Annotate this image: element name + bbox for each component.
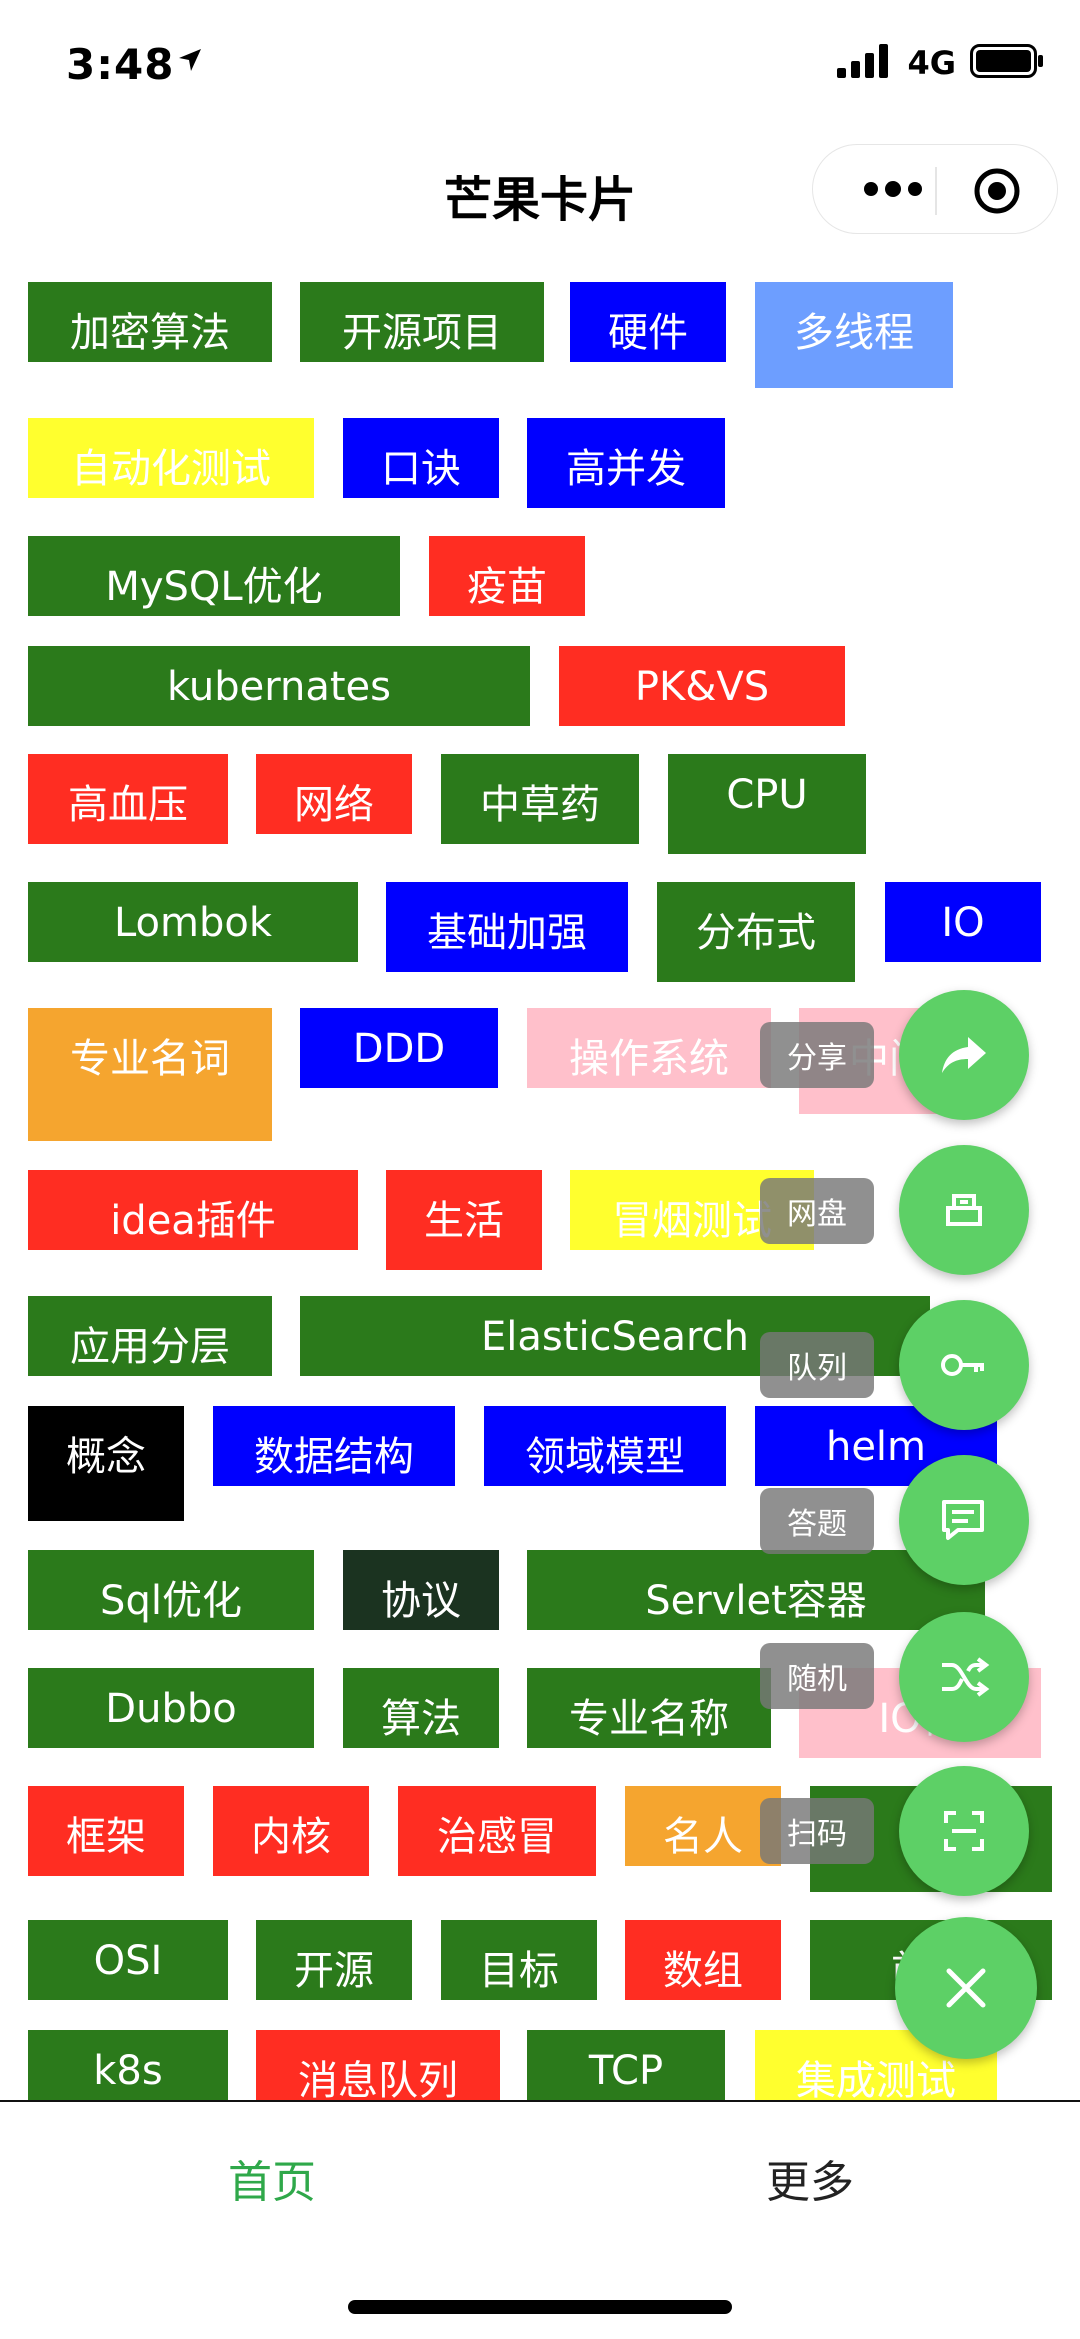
queue-button[interactable]: [899, 1300, 1029, 1430]
card-tag[interactable]: CPU: [668, 754, 866, 854]
card-tag[interactable]: 硬件: [570, 282, 726, 362]
card-tag[interactable]: 操作系统: [527, 1008, 771, 1088]
card-tag[interactable]: 目标: [441, 1920, 597, 2000]
card-tag[interactable]: 分布式: [657, 882, 855, 982]
card-tag[interactable]: MySQL优化: [28, 536, 400, 616]
card-tag[interactable]: 自动化测试: [28, 418, 314, 498]
fab-label-queue: 队列: [760, 1332, 874, 1398]
card-tag[interactable]: 内核: [213, 1786, 369, 1876]
card-tag[interactable]: 高并发: [527, 418, 725, 508]
card-tag[interactable]: PK&VS: [559, 646, 845, 726]
card-tag[interactable]: 数组: [625, 1920, 781, 2000]
card-tag[interactable]: 协议: [343, 1550, 499, 1630]
card-tag[interactable]: kubernates: [28, 646, 530, 726]
close-icon: [946, 1968, 986, 2008]
card-tag[interactable]: 应用分层: [28, 1296, 272, 1376]
card-tag[interactable]: Dubbo: [28, 1668, 314, 1748]
card-tag[interactable]: idea插件: [28, 1170, 358, 1250]
card-tag[interactable]: 开源项目: [300, 282, 544, 362]
card-tag[interactable]: 治感冒: [398, 1786, 596, 1876]
card-tag[interactable]: 疫苗: [429, 536, 585, 616]
card-tag[interactable]: 高血压: [28, 754, 228, 844]
quiz-button[interactable]: [899, 1455, 1029, 1585]
fab-label-share: 分享: [760, 1022, 874, 1088]
card-tag[interactable]: IO: [885, 882, 1041, 962]
card-tag[interactable]: 生活: [386, 1170, 542, 1270]
key-icon: [941, 1354, 984, 1376]
fab-label-quiz: 答题: [760, 1488, 874, 1554]
share-icon: [942, 1037, 986, 1073]
card-tag[interactable]: 概念: [28, 1406, 184, 1521]
card-tag[interactable]: 名人: [625, 1786, 781, 1866]
scan-button[interactable]: [899, 1766, 1029, 1896]
tab-more[interactable]: 更多: [766, 2146, 854, 2210]
card-tag[interactable]: 口诀: [343, 418, 499, 498]
random-button[interactable]: [899, 1612, 1029, 1742]
card-tag[interactable]: Sql优化: [28, 1550, 314, 1630]
card-tag[interactable]: 基础加强: [386, 882, 628, 972]
card-tag[interactable]: TCP: [527, 2030, 725, 2100]
card-tag[interactable]: 专业名词: [28, 1008, 272, 1141]
card-tag[interactable]: 中草药: [441, 754, 639, 844]
chat-icon: [942, 1500, 984, 1540]
fab-label-drive: 网盘: [760, 1178, 874, 1244]
card-tag[interactable]: OSI: [28, 1920, 228, 2000]
card-tag[interactable]: 数据结构: [213, 1406, 455, 1486]
fab-label-random: 随机: [760, 1643, 874, 1709]
card-tag[interactable]: 消息队列: [256, 2030, 500, 2100]
card-tag[interactable]: 专业名称: [527, 1668, 771, 1748]
card-tag[interactable]: Lombok: [28, 882, 358, 962]
card-tag[interactable]: 框架: [28, 1786, 184, 1876]
card-tag[interactable]: 网络: [256, 754, 412, 834]
fab-label-scan: 扫码: [760, 1798, 874, 1864]
card-tag[interactable]: 开源: [256, 1920, 412, 2000]
close-menu-button[interactable]: [895, 1917, 1037, 2059]
drive-icon: [946, 1194, 982, 1226]
share-button[interactable]: [899, 990, 1029, 1120]
drive-button[interactable]: [899, 1145, 1029, 1275]
card-tag[interactable]: 多线程: [755, 282, 953, 388]
card-tag[interactable]: DDD: [300, 1008, 498, 1088]
card-tag[interactable]: 加密算法: [28, 282, 272, 362]
card-tag[interactable]: 领域模型: [484, 1406, 726, 1486]
home-indicator: [348, 2300, 732, 2314]
tab-home[interactable]: 首页: [228, 2146, 316, 2210]
card-tag[interactable]: 算法: [343, 1668, 499, 1748]
card-tag[interactable]: k8s: [28, 2030, 228, 2100]
shuffle-icon: [942, 1657, 990, 1697]
scan-icon: [944, 1811, 984, 1851]
